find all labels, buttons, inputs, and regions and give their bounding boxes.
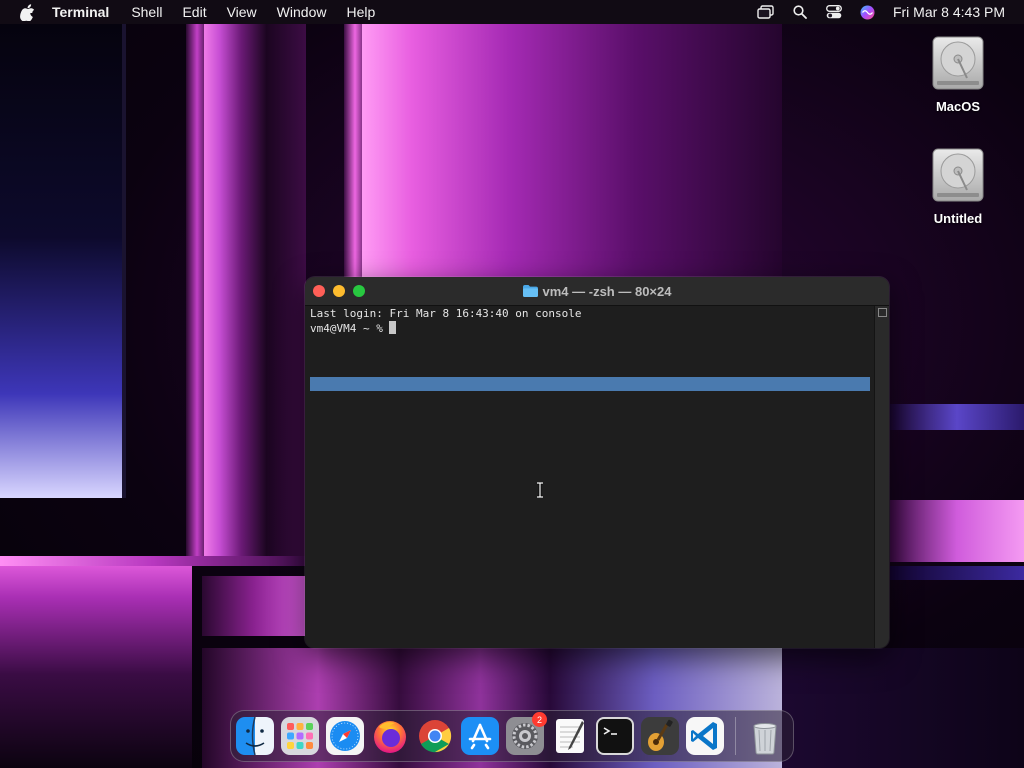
app-store-icon [461, 717, 499, 755]
dock-vscode[interactable] [686, 717, 724, 755]
drive-label: Untitled [933, 211, 983, 226]
ibeam-cursor-icon [537, 482, 543, 498]
selection-highlight [310, 377, 870, 391]
dock-firefox[interactable] [371, 717, 409, 755]
desktop-drive-untitled[interactable]: Untitled [913, 146, 1003, 226]
wallpaper-panel [0, 24, 126, 498]
wallpaper-column [266, 24, 306, 564]
desktop-drive-macos[interactable]: MacOS [913, 34, 1003, 114]
dock-chrome[interactable] [416, 717, 454, 755]
search-icon[interactable] [791, 3, 809, 21]
wallpaper-block [0, 556, 306, 566]
wallpaper-band [890, 404, 1024, 430]
dock-separator [735, 717, 736, 755]
zoom-button[interactable] [353, 285, 365, 297]
menu-shell[interactable]: Shell [131, 4, 162, 20]
dock-launchpad[interactable] [281, 717, 319, 755]
dock: 2 [230, 710, 794, 762]
terminal-prompt: vm4@VM4 ~ % [310, 322, 390, 335]
chrome-icon [419, 720, 452, 753]
window-title: vm4 — -zsh — 80×24 [522, 283, 672, 299]
terminal-icon [596, 717, 634, 755]
wallpaper-block [0, 560, 192, 768]
wallpaper-band [890, 500, 1024, 562]
control-center-icon[interactable] [825, 3, 843, 21]
dock-instruments[interactable] [641, 717, 679, 755]
terminal-content[interactable]: Last login: Fri Mar 8 16:43:40 on consol… [305, 306, 875, 648]
menu-view[interactable]: View [227, 4, 257, 20]
folder-icon [522, 285, 538, 297]
siri-icon[interactable] [859, 3, 877, 21]
menu-app-name[interactable]: Terminal [52, 4, 109, 20]
terminal-prompt-line: vm4@VM4 ~ % [310, 321, 870, 336]
wallpaper-block [202, 576, 306, 636]
minimize-button[interactable] [333, 285, 345, 297]
menu-clock[interactable]: Fri Mar 8 4:43 PM [893, 4, 1005, 20]
notification-badge: 2 [532, 712, 547, 727]
window-title-text: vm4 — -zsh — 80×24 [542, 283, 672, 299]
dock-finder[interactable] [236, 717, 274, 755]
text-cursor [389, 321, 397, 334]
launchpad-icon [281, 717, 319, 755]
terminal-window[interactable]: vm4 — -zsh — 80×24 Last login: Fri Mar 8… [305, 277, 889, 648]
menu-edit[interactable]: Edit [182, 4, 206, 20]
screen-mirroring-icon[interactable] [757, 3, 775, 21]
terminal-line: Last login: Fri Mar 8 16:43:40 on consol… [310, 307, 582, 320]
vertical-scrollbar[interactable] [874, 306, 889, 648]
vscode-icon [686, 717, 724, 755]
dock-trash[interactable] [746, 717, 784, 755]
dock-terminal[interactable] [596, 717, 634, 755]
wallpaper-band [890, 566, 1024, 580]
close-button[interactable] [313, 285, 325, 297]
dock-safari[interactable] [326, 717, 364, 755]
firefox-icon [374, 721, 406, 753]
hard-drive-icon [932, 36, 984, 90]
terminal-titlebar[interactable]: vm4 — -zsh — 80×24 [305, 277, 889, 306]
textedit-icon [556, 719, 584, 753]
split-pane-icon[interactable] [877, 308, 887, 317]
dock-app-store[interactable] [461, 717, 499, 755]
trash-icon [753, 723, 777, 755]
dock-system-settings[interactable]: 2 [506, 712, 547, 755]
wallpaper-glow [362, 24, 782, 284]
dock-textedit[interactable] [551, 717, 589, 755]
guitar-icon [641, 717, 679, 755]
safari-icon [326, 717, 364, 755]
window-controls [313, 285, 373, 297]
apple-menu-icon[interactable] [18, 3, 36, 21]
menu-window[interactable]: Window [277, 4, 327, 20]
wallpaper-column [204, 24, 266, 564]
menu-help[interactable]: Help [346, 4, 375, 20]
finder-icon [236, 717, 274, 755]
hard-drive-icon [932, 148, 984, 202]
wallpaper-block [782, 648, 1024, 768]
drive-label: MacOS [935, 99, 981, 114]
menu-bar: Terminal Shell Edit View Window Help Fri… [0, 0, 1024, 24]
